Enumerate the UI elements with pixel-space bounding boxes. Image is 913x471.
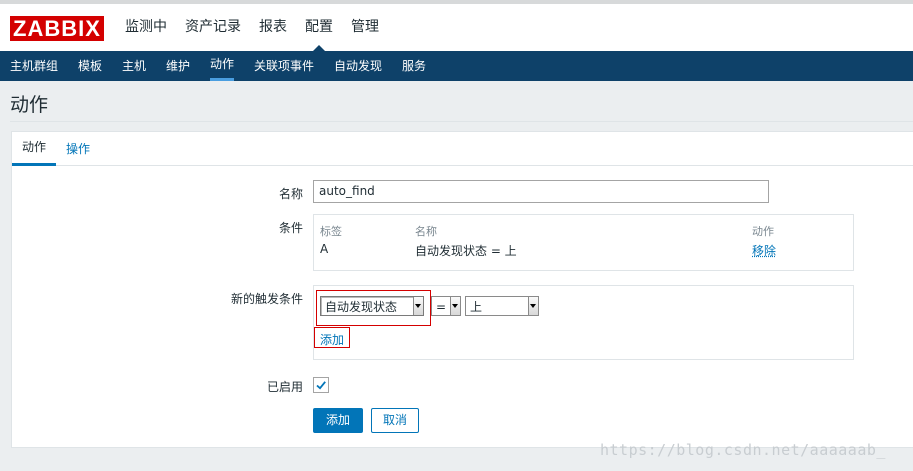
enabled-label: 已启用 — [266, 380, 303, 394]
menu-configuration[interactable]: 配置 — [296, 4, 342, 51]
name-input[interactable]: auto_find — [313, 180, 769, 203]
main-menu: 监测中 资产记录 报表 配置 管理 — [116, 4, 388, 51]
action-form-panel: 动作 操作 名称 auto_find 条件 标签 名称 动作 A 自动发现状态 … — [11, 131, 913, 448]
chevron-down-icon — [413, 297, 423, 315]
new-condition-label: 新的触发条件 — [230, 292, 303, 306]
col-name-header: 名称 — [415, 225, 437, 238]
menu-inventory[interactable]: 资产记录 — [176, 4, 250, 51]
add-condition-link[interactable]: 添加 — [320, 331, 344, 348]
check-icon — [316, 381, 326, 390]
subnav-maintenance[interactable]: 维护 — [166, 51, 190, 81]
watermark: https://blog.csdn.net/aaaaaab_ — [600, 441, 886, 459]
tab-action[interactable]: 动作 — [12, 132, 57, 166]
tab-bar: 动作 操作 — [12, 132, 913, 166]
menu-monitoring[interactable]: 监测中 — [116, 4, 176, 51]
tab-operations[interactable]: 操作 — [66, 132, 90, 166]
divider — [10, 121, 913, 122]
subnav-actions[interactable]: 动作 — [210, 51, 235, 81]
sub-navigation: 主机群组 模板 主机 维护 动作 关联项事件 自动发现 服务 — [0, 51, 913, 81]
operator-value: = — [436, 300, 447, 314]
col-label-header: 标签 — [320, 225, 342, 238]
menu-administration[interactable]: 管理 — [342, 4, 388, 51]
condition-value: 上 — [470, 300, 483, 314]
menu-reports[interactable]: 报表 — [250, 4, 296, 51]
enabled-checkbox[interactable] — [313, 377, 329, 393]
conditions-table: 标签 名称 动作 A 自动发现状态 = 上 移除 — [313, 214, 854, 271]
subnav-templates[interactable]: 模板 — [78, 51, 102, 81]
condition-label: A — [320, 242, 329, 256]
name-label: 名称 — [278, 187, 303, 201]
chevron-down-icon — [528, 297, 538, 315]
top-header: ZABBIX 监测中 资产记录 报表 配置 管理 — [0, 4, 913, 51]
new-condition-box: 自动发现状态 = 上 添加 — [313, 285, 854, 360]
condition-type-value: 自动发现状态 — [325, 300, 398, 314]
conditions-label: 条件 — [278, 221, 303, 235]
add-button[interactable]: 添加 — [313, 408, 363, 433]
subnav-hosts[interactable]: 主机 — [122, 51, 146, 81]
subnav-services[interactable]: 服务 — [402, 51, 426, 81]
condition-value-select[interactable]: 上 — [465, 296, 539, 316]
operator-select[interactable]: = — [431, 296, 461, 316]
col-action-header: 动作 — [752, 225, 774, 238]
condition-type-select[interactable]: 自动发现状态 — [320, 296, 424, 316]
subnav-correlation[interactable]: 关联项事件 — [254, 51, 314, 81]
condition-name: 自动发现状态 = 上 — [415, 244, 517, 258]
cancel-button[interactable]: 取消 — [371, 408, 419, 433]
zabbix-logo[interactable]: ZABBIX — [10, 16, 104, 41]
chevron-down-icon — [450, 297, 460, 315]
remove-condition-link[interactable]: 移除 — [752, 242, 776, 259]
subnav-host-groups[interactable]: 主机群组 — [10, 51, 58, 81]
page-title: 动作 — [10, 94, 49, 116]
subnav-discovery[interactable]: 自动发现 — [334, 51, 382, 81]
